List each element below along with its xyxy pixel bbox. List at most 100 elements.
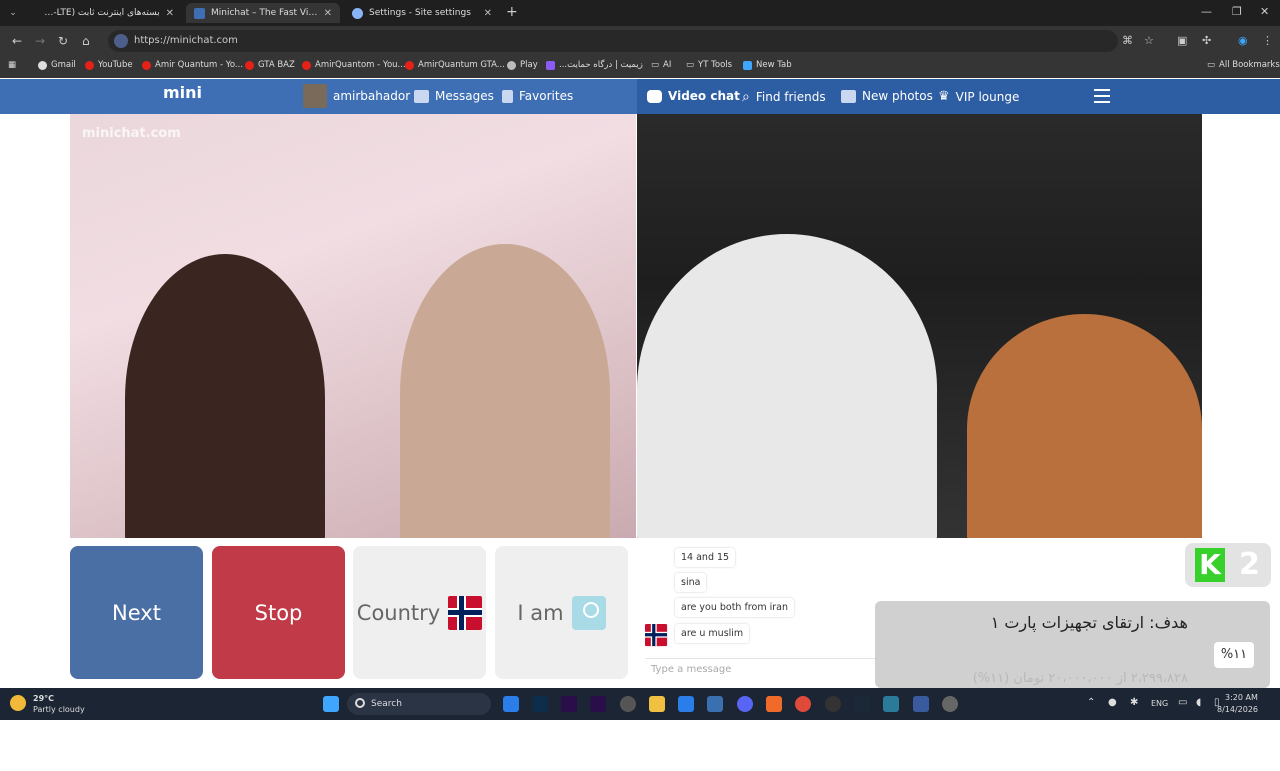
bookmark-youtube[interactable]: YouTube: [85, 60, 133, 70]
nav-video-chat[interactable]: Video chat: [647, 89, 740, 103]
close-icon[interactable]: ✕: [484, 8, 492, 19]
network-icon[interactable]: ▭: [1178, 697, 1187, 708]
tab-search-icon[interactable]: ⌄: [6, 6, 20, 20]
hamburger-menu-icon[interactable]: [1094, 89, 1110, 103]
site-header: minichat amirbahador Messages Favorites …: [0, 79, 1280, 771]
settings-icon[interactable]: [942, 696, 958, 712]
premiere-icon[interactable]: [561, 696, 577, 712]
chat-message: are you both from iran: [675, 598, 794, 617]
clock-time[interactable]: 3:20 AM: [1225, 693, 1258, 702]
bluetooth-icon[interactable]: ✱: [1130, 697, 1138, 708]
bookmark-zimit[interactable]: زیمیت | درگاه حمایت...: [546, 60, 643, 70]
bookmark-folder-yt-tools[interactable]: ▭ YT Tools: [686, 60, 732, 70]
search-icon: [355, 698, 365, 708]
profile-icon[interactable]: ◉: [1238, 34, 1248, 47]
address-toolbar: ← → ↻ ⌂ https://minichat.com ⌘ ☆ ▣ ✣ ◉ ⋮: [0, 26, 1280, 56]
user-profile-link[interactable]: amirbahador: [303, 84, 410, 108]
country-filter-button[interactable]: Country: [353, 546, 486, 679]
bookmark-gta-baz[interactable]: GTA BAZ: [245, 60, 295, 70]
all-bookmarks[interactable]: ▭ All Bookmarks: [1207, 60, 1280, 70]
telegram-icon[interactable]: [883, 696, 899, 712]
app-icon[interactable]: [766, 696, 782, 712]
microphone-icon[interactable]: ●: [1108, 697, 1117, 708]
tab-minichat[interactable]: Minichat – The Fast Video C ✕: [186, 3, 340, 23]
youtube-icon: [142, 60, 151, 70]
discord-icon[interactable]: [737, 696, 753, 712]
vscode-icon[interactable]: [678, 696, 694, 712]
minichat-favicon-icon: [194, 7, 205, 19]
kick-badge: K 2: [1185, 543, 1271, 587]
bookmark-amirquantom[interactable]: AmirQuantom - You...: [302, 60, 406, 70]
nav-messages[interactable]: Messages: [414, 89, 494, 103]
tab-title: Minichat – The Fast Video C: [211, 8, 318, 18]
translate-icon[interactable]: ⌘: [1122, 34, 1133, 47]
partner-video: minichat.com: [70, 114, 636, 538]
after-effects-icon[interactable]: [590, 696, 606, 712]
volume-icon[interactable]: ◖: [1196, 697, 1201, 708]
app-icon[interactable]: [825, 696, 841, 712]
nav-favorites[interactable]: Favorites: [502, 89, 573, 103]
settings-gear-icon: [352, 7, 363, 19]
apps-grid-icon[interactable]: ▦: [8, 60, 16, 70]
steam-icon[interactable]: [854, 696, 870, 712]
tab-settings[interactable]: Settings - Site settings ✕: [344, 3, 500, 23]
weather-icon[interactable]: [10, 695, 26, 711]
photoshop-icon[interactable]: [532, 696, 548, 712]
clock-date[interactable]: 8/14/2026: [1217, 705, 1258, 714]
windows-start-icon[interactable]: [323, 696, 339, 712]
bookmark-new-tab[interactable]: New Tab: [743, 60, 792, 70]
minichat-logo[interactable]: minichat: [163, 83, 1280, 771]
language-indicator[interactable]: ENG: [1151, 699, 1168, 708]
windows-taskbar: 29°C Partly cloudy Search ⌃ ● ✱ ENG ▭ ◖ …: [0, 688, 1280, 720]
next-button[interactable]: Next: [70, 546, 203, 679]
donation-goal-widget: هدف: ارتقای تجهیزات پارت ۱ %۱۱ ۲،۲۹۹،۸۲۸…: [875, 601, 1270, 688]
chat-message: are u muslim: [675, 624, 750, 643]
puzzle-icon[interactable]: ✣: [1202, 34, 1211, 47]
norway-flag-icon: [645, 624, 668, 647]
stop-button[interactable]: Stop: [212, 546, 345, 679]
bookmark-star-icon[interactable]: ☆: [1144, 34, 1154, 47]
app-icon[interactable]: [913, 696, 929, 712]
partner-person-right: [400, 244, 610, 538]
i-am-gender-button[interactable]: I am: [495, 546, 628, 679]
maximize-button[interactable]: ❐: [1232, 5, 1242, 18]
extension-icon[interactable]: ▣: [1177, 34, 1187, 47]
nav-new-photos[interactable]: New photos: [841, 89, 933, 103]
chrome-icon[interactable]: [795, 696, 811, 712]
chat-message: 14 and 15: [675, 548, 736, 567]
weather-temp: 29°C: [33, 694, 55, 703]
bookmark-amir-quantum[interactable]: Amir Quantum - Yo...: [142, 60, 243, 70]
bookmark-folder-ai[interactable]: ▭ AI: [651, 60, 671, 70]
url-input[interactable]: https://minichat.com: [108, 30, 1118, 52]
reload-icon[interactable]: ↻: [58, 34, 68, 48]
site-info-icon[interactable]: [114, 34, 128, 48]
chevron-up-icon[interactable]: ⌃: [1087, 697, 1095, 708]
photo-grid-icon: [841, 89, 856, 103]
nav-vip-lounge[interactable]: ♛ VIP lounge: [938, 89, 1019, 104]
home-icon[interactable]: ⌂: [82, 34, 90, 48]
message-input[interactable]: Type a message: [645, 658, 877, 680]
close-window-button[interactable]: ✕: [1260, 5, 1269, 18]
zimit-icon: [546, 60, 555, 70]
close-icon[interactable]: ✕: [166, 8, 174, 19]
youtube-icon: [85, 60, 94, 70]
bookmark-gmail[interactable]: Gmail: [38, 60, 76, 70]
self-person-right: [967, 314, 1202, 538]
app-icon[interactable]: [707, 696, 723, 712]
forward-icon[interactable]: →: [35, 34, 45, 48]
copilot-icon[interactable]: [503, 696, 519, 712]
back-icon[interactable]: ←: [12, 34, 22, 48]
kebab-menu-icon[interactable]: ⋮: [1262, 34, 1273, 47]
tab-internet-packages[interactable]: بسته‌های اینترنت ثابت (TD-LTE) ✕: [30, 3, 182, 23]
minimize-button[interactable]: —: [1201, 5, 1212, 18]
obs-icon[interactable]: [620, 696, 636, 712]
bookmark-play[interactable]: Play: [507, 60, 538, 70]
goal-progress: ۲،۲۹۹،۸۲۸ از ۲۰،۰۰۰،۰۰۰ تومان (۱۱%): [972, 671, 1188, 686]
bookmark-amirquantum-gta[interactable]: AmirQuantum GTA...: [405, 60, 505, 70]
close-icon[interactable]: ✕: [324, 8, 332, 19]
new-tab-button[interactable]: +: [506, 4, 518, 20]
taskbar-search[interactable]: Search: [347, 693, 491, 715]
kick-count: 2: [1239, 547, 1260, 582]
file-explorer-icon[interactable]: [649, 696, 665, 712]
nav-find-friends[interactable]: ⌕ Find friends: [742, 89, 826, 105]
